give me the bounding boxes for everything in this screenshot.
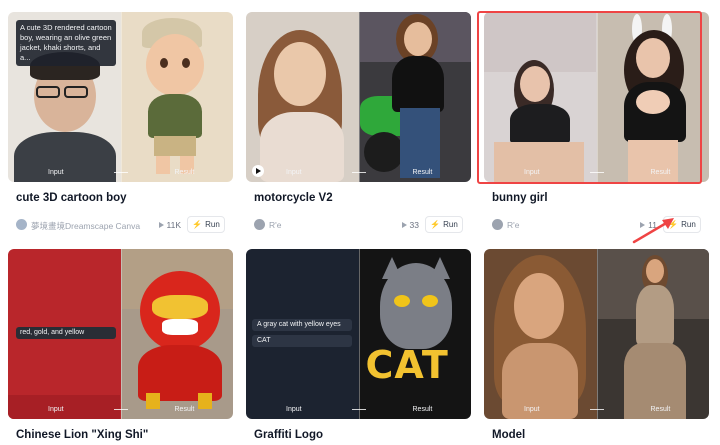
play-count-icon (401, 222, 407, 228)
run-button[interactable]: ⚡ Run (187, 216, 225, 233)
run-count: 11 (640, 220, 657, 230)
result-label: Result (174, 406, 195, 413)
arrow-divider (351, 409, 366, 410)
arrow-divider (351, 172, 366, 173)
result-label: Result (650, 169, 671, 176)
run-count-value: 11K (166, 220, 182, 230)
template-card[interactable]: A gray cat with yellow eyes CAT Input CA… (246, 249, 471, 445)
arrow-divider (113, 409, 128, 410)
card-title: Model (492, 429, 526, 441)
run-button[interactable]: ⚡ Run (663, 216, 701, 233)
template-card[interactable]: Input Result Model (484, 249, 709, 445)
template-card[interactable]: A cute 3D rendered cartoon boy, wearing … (8, 12, 233, 233)
template-card[interactable]: Input Result bunny girl R'e 11 ⚡ Run (484, 12, 709, 233)
text-field: CAT (252, 335, 352, 347)
avatar (492, 219, 503, 230)
template-grid: A cute 3D rendered cartoon boy, wearing … (0, 0, 720, 445)
result-image: Result (596, 249, 709, 419)
card-preview[interactable]: Input Result (246, 12, 471, 182)
play-icon[interactable] (252, 165, 264, 177)
input-label: Input (48, 169, 64, 176)
template-card[interactable]: red, gold, and yellow Input Result Chine… (8, 249, 233, 445)
card-meta: R'e 33 ⚡ Run (254, 216, 463, 234)
avatar (254, 219, 265, 230)
template-card[interactable]: Input Result motorcycle V2 R'e 33 ⚡ Run (246, 12, 471, 233)
card-meta: R'e 11 ⚡ Run (492, 216, 701, 234)
avatar (16, 219, 27, 230)
result-label: Result (650, 406, 671, 413)
result-image: Result (358, 12, 471, 182)
magic-wand-icon: ⚡ (192, 220, 203, 229)
author-name[interactable]: 夢境畫境Dreamscape Canva (31, 220, 140, 232)
input-label: Input (524, 169, 540, 176)
result-image: CAT Result (358, 249, 471, 419)
card-preview[interactable]: Input Result (484, 12, 709, 182)
input-image: Input (484, 249, 597, 419)
arrow-divider (589, 172, 604, 173)
input-label: Input (286, 406, 302, 413)
card-preview[interactable]: A cute 3D rendered cartoon boy, wearing … (8, 12, 233, 182)
input-image: red, gold, and yellow Input (8, 249, 121, 419)
arrow-divider (113, 172, 128, 173)
result-label: Result (412, 169, 433, 176)
card-title: cute 3D cartoon boy (16, 192, 127, 204)
card-meta: 夢境畫境Dreamscape Canva 11K ⚡ Run (16, 216, 225, 234)
input-label: Input (286, 169, 302, 176)
prompt-field: red, gold, and yellow (16, 327, 116, 339)
run-count: 11K (158, 220, 182, 230)
card-preview[interactable]: red, gold, and yellow Input Result (8, 249, 233, 419)
input-image: A gray cat with yellow eyes CAT Input (246, 249, 359, 419)
prompt-field: A gray cat with yellow eyes (252, 319, 352, 331)
card-title: bunny girl (492, 192, 548, 204)
input-image: Input (484, 12, 597, 182)
magic-wand-icon: ⚡ (430, 220, 441, 229)
input-image: A cute 3D rendered cartoon boy, wearing … (8, 12, 121, 182)
result-image: Result (120, 12, 233, 182)
input-image: Input (246, 12, 359, 182)
card-preview[interactable]: A gray cat with yellow eyes CAT Input CA… (246, 249, 471, 419)
author-name[interactable]: R'e (507, 220, 520, 230)
prompt-caption: A cute 3D rendered cartoon boy, wearing … (16, 20, 116, 66)
result-label: Result (412, 406, 433, 413)
author-name[interactable]: R'e (269, 220, 282, 230)
result-label: Result (174, 169, 195, 176)
arrow-divider (589, 409, 604, 410)
result-image: Result (596, 12, 709, 182)
card-title: Chinese Lion "Xing Shi" (16, 429, 149, 441)
graffiti-text: CAT (365, 343, 449, 387)
run-button-label: Run (681, 220, 696, 229)
input-label: Input (48, 406, 64, 413)
card-preview[interactable]: Input Result (484, 249, 709, 419)
card-title: Graffiti Logo (254, 429, 323, 441)
magic-wand-icon: ⚡ (668, 220, 679, 229)
run-count: 33 (401, 220, 419, 230)
input-label: Input (524, 406, 540, 413)
run-count-value: 11 (648, 220, 657, 230)
run-button-label: Run (205, 220, 220, 229)
result-image: Result (120, 249, 233, 419)
run-button-label: Run (443, 220, 458, 229)
play-count-icon (158, 222, 164, 228)
run-button[interactable]: ⚡ Run (425, 216, 463, 233)
run-count-value: 33 (409, 220, 419, 230)
play-count-icon (640, 222, 646, 228)
card-title: motorcycle V2 (254, 192, 333, 204)
